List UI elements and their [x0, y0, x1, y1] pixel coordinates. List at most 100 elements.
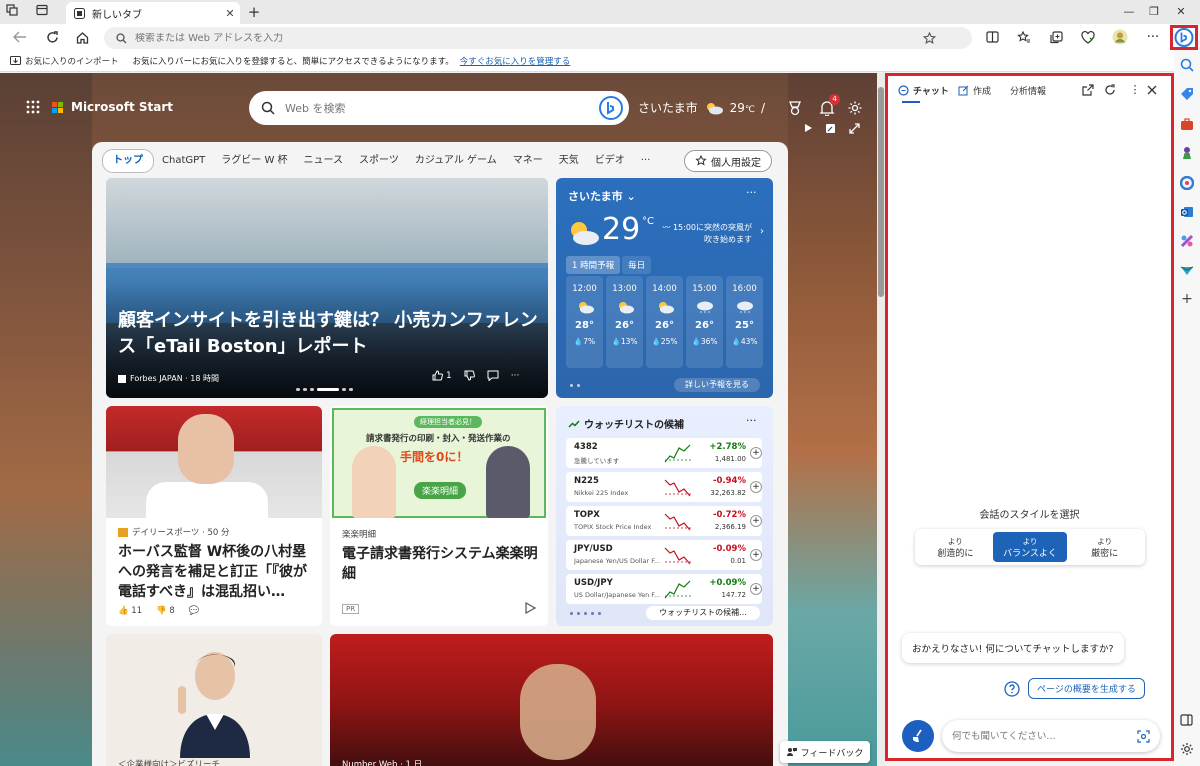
- page-settings-icon[interactable]: [847, 100, 863, 116]
- favorite-star-icon[interactable]: [923, 31, 936, 45]
- tab-money[interactable]: マネー: [505, 150, 551, 172]
- edit-background-icon[interactable]: [825, 123, 836, 134]
- close-icon[interactable]: [1146, 84, 1160, 98]
- play-background-icon[interactable]: [803, 123, 813, 133]
- hour-item[interactable]: 15:00 26° 💧36%: [686, 276, 723, 368]
- like-button[interactable]: 👍 11: [118, 606, 142, 616]
- split-screen-icon[interactable]: [982, 28, 1002, 46]
- news-card-bizreach[interactable]: ＜企業様向け＞ビズリーチ: [106, 634, 322, 766]
- tab-video[interactable]: ビデオ: [587, 150, 633, 172]
- minimize-button[interactable]: —: [1118, 4, 1140, 20]
- comment-button[interactable]: [487, 370, 499, 381]
- page-scrollbar[interactable]: [877, 73, 885, 766]
- maximize-button[interactable]: ❐: [1143, 4, 1165, 20]
- tab-news[interactable]: ニュース: [296, 150, 352, 172]
- like-button[interactable]: 1: [432, 370, 452, 381]
- carousel-dots[interactable]: [296, 388, 353, 391]
- style-balanced[interactable]: より バランスよく: [992, 532, 1068, 562]
- more-options-icon[interactable]: ···: [511, 371, 520, 381]
- tab-hourly[interactable]: 1 時間予報: [566, 256, 621, 274]
- microsoft-365-icon[interactable]: [1180, 176, 1194, 190]
- games-chess-icon[interactable]: [1180, 146, 1194, 160]
- new-tab-button[interactable]: +: [243, 4, 265, 20]
- tab-more[interactable]: ···: [633, 150, 659, 172]
- watchlist-row[interactable]: JPY/USD Japanese Yen/US Dollar F... -0.09%…: [566, 540, 762, 570]
- chat-input-box[interactable]: [942, 720, 1160, 752]
- web-search-box[interactable]: [249, 91, 629, 125]
- watchlist-row[interactable]: 4382 急騰しています +2.78% 1,481.00 +: [566, 438, 762, 468]
- tab-actions-icon[interactable]: [36, 4, 58, 20]
- add-to-watchlist-button[interactable]: +: [750, 447, 762, 459]
- more-options-icon[interactable]: ···: [746, 186, 757, 199]
- tab-top[interactable]: トップ: [102, 149, 154, 173]
- notifications-icon[interactable]: 4: [819, 93, 841, 116]
- news-card-basketball[interactable]: デイリースポーツ · 50 分 ホーバス監督 W杯後の八村塁への発言を補足と訂正…: [106, 406, 322, 626]
- refresh-icon[interactable]: [1104, 84, 1118, 98]
- style-creative[interactable]: より 創造的に: [918, 532, 993, 562]
- microsoft-start-logo[interactable]: Microsoft Start: [26, 100, 173, 114]
- ad-title[interactable]: 電子請求書発行システム楽楽明細: [342, 544, 538, 584]
- send-drop-icon[interactable]: [1180, 263, 1194, 277]
- watchlist-card[interactable]: ウォッチリストの候補 ··· 4382 急騰しています +2.78% 1,481.00…: [556, 406, 773, 626]
- close-window-button[interactable]: ✕: [1170, 4, 1192, 20]
- settings-more-icon[interactable]: ···: [1143, 28, 1163, 46]
- scrollbar-thumb[interactable]: [878, 87, 884, 297]
- add-to-watchlist-button[interactable]: +: [750, 549, 762, 561]
- dislike-button[interactable]: [464, 370, 475, 381]
- hero-news-card[interactable]: 顧客インサイトを引き出す鍵は？ 小売カンファレンス「eTail Boston」レ…: [106, 178, 548, 398]
- help-icon[interactable]: [1004, 680, 1020, 697]
- shopping-tag-icon[interactable]: [1180, 87, 1194, 101]
- more-vertical-icon[interactable]: ⋮: [1128, 84, 1142, 98]
- watchlist-row[interactable]: N225 Nikkei 225 Index -0.94% 32,263.82 +: [566, 472, 762, 502]
- home-icon[interactable]: [72, 28, 92, 46]
- play-icon[interactable]: [524, 602, 536, 614]
- tab-weather[interactable]: 天気: [551, 150, 587, 172]
- tools-briefcase-icon[interactable]: [1180, 117, 1194, 131]
- add-to-watchlist-button[interactable]: +: [750, 515, 762, 527]
- news-title[interactable]: ホーバス監督 W杯後の八村塁への発言を補足と訂正「『彼が電話すべき』は混乱招い…: [118, 542, 314, 602]
- watchlist-row[interactable]: USD/JPY US Dollar/Japanese Yen F... +0.09%…: [566, 574, 762, 604]
- hour-item[interactable]: 13:00 26° 💧13%: [606, 276, 643, 368]
- tab-compose[interactable]: 作成: [958, 84, 991, 97]
- close-tab-icon[interactable]: ✕: [220, 7, 240, 20]
- chat-input[interactable]: [952, 730, 1137, 742]
- browser-tab[interactable]: 新しいタブ ✕: [66, 2, 240, 24]
- open-in-new-window-icon[interactable]: [1082, 84, 1096, 98]
- hour-item[interactable]: 16:00 25° 💧43%: [726, 276, 763, 368]
- header-weather[interactable]: さいたま市 29℃ / 4: [638, 93, 863, 116]
- news-card-number-web[interactable]: Number Web · 1 日: [330, 634, 773, 766]
- ad-card-rakuraku[interactable]: 経理担当者必見！ 請求書発行の印刷・封入・発送作業の 手間を0に！ 楽楽明細 楽…: [330, 406, 548, 626]
- favorites-icon[interactable]: [1014, 28, 1034, 46]
- more-options-icon[interactable]: ···: [746, 414, 757, 427]
- import-favorites-button[interactable]: お気に入りのインポート: [10, 55, 119, 67]
- address-bar[interactable]: [104, 27, 972, 49]
- tab-chatgpt[interactable]: ChatGPT: [154, 150, 213, 172]
- workspaces-icon[interactable]: [6, 4, 28, 20]
- tab-sports[interactable]: スポーツ: [351, 150, 407, 172]
- hour-item[interactable]: 12:00 28° 💧7%: [566, 276, 603, 368]
- feedback-button[interactable]: フィードバック: [780, 741, 870, 763]
- comment-icon[interactable]: 💬: [189, 606, 200, 616]
- watchlist-row[interactable]: TOPX TOPIX Stock Price Index -0.72% 2,366.1…: [566, 506, 762, 536]
- back-icon[interactable]: [10, 28, 30, 46]
- profile-avatar[interactable]: [1110, 28, 1130, 46]
- address-input[interactable]: [135, 32, 915, 44]
- refresh-icon[interactable]: [42, 28, 62, 46]
- tab-chat[interactable]: チャット: [898, 84, 949, 97]
- hour-item[interactable]: 14:00 26° 💧25%: [646, 276, 683, 368]
- rewards-icon[interactable]: [787, 100, 803, 116]
- designer-icon[interactable]: [1180, 234, 1194, 248]
- visual-search-icon[interactable]: [1137, 729, 1150, 743]
- copilot-toggle-button[interactable]: [1170, 25, 1198, 50]
- watchlist-footer-button[interactable]: ウォッチリストの候補...: [646, 606, 760, 620]
- style-precise[interactable]: より 厳密に: [1067, 532, 1142, 562]
- add-app-icon[interactable]: +: [1180, 292, 1194, 306]
- generate-page-summary-button[interactable]: ページの概要を生成する: [1028, 678, 1145, 699]
- hero-headline[interactable]: 顧客インサイトを引き出す鍵は？ 小売カンファレンス「eTail Boston」レ…: [118, 308, 538, 360]
- sidebar-settings-icon[interactable]: [1180, 742, 1194, 756]
- weather-alert[interactable]: 〰 15:00に突然の突風が吹き始めます ›: [662, 222, 764, 246]
- outlook-icon[interactable]: [1180, 205, 1194, 219]
- watchlist-carousel-dots[interactable]: [570, 612, 601, 615]
- tab-daily[interactable]: 毎日: [622, 256, 652, 274]
- add-to-watchlist-button[interactable]: +: [750, 583, 762, 595]
